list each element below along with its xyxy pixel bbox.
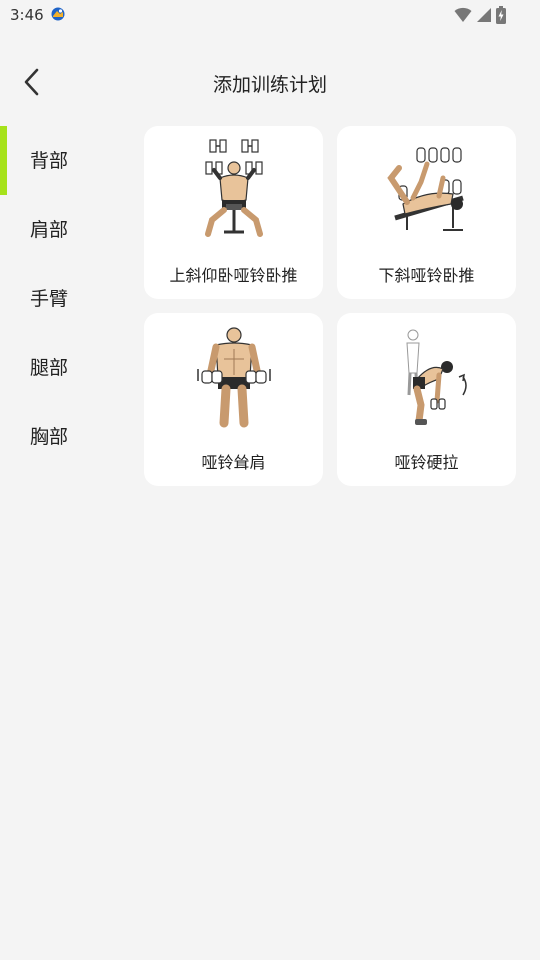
header: 添加训练计划	[0, 50, 540, 116]
exercise-card[interactable]: 上斜仰卧哑铃卧推	[144, 126, 323, 299]
sidebar-item-label: 背部	[30, 150, 69, 172]
exercise-card[interactable]: 下斜哑铃卧推	[337, 126, 516, 299]
status-icons	[454, 6, 506, 24]
selected-indicator	[0, 126, 7, 195]
app-notification-icon	[51, 7, 65, 21]
sidebar-item-label: 腿部	[30, 357, 69, 379]
status-time: 3:46	[10, 6, 44, 24]
sidebar-item-label: 胸部	[30, 426, 69, 448]
exercise-card-label: 上斜仰卧哑铃卧推	[169, 266, 298, 285]
sidebar: 背部 肩部 手臂 腿部 胸部	[0, 126, 128, 471]
sidebar-item-leg[interactable]: 腿部	[0, 333, 128, 402]
dumbbell-shrug-illustration	[197, 327, 271, 428]
signal-icon	[477, 8, 491, 22]
wifi-icon	[454, 7, 472, 22]
status-bar: 3:46	[0, 0, 540, 32]
page-title: 添加训练计划	[212, 74, 327, 96]
exercise-card-label: 下斜哑铃卧推	[378, 266, 475, 285]
exercise-card-label: 哑铃硬拉	[394, 453, 459, 472]
battery-charging-icon	[496, 6, 506, 24]
sidebar-item-back[interactable]: 背部	[0, 126, 128, 195]
sidebar-item-chest[interactable]: 胸部	[0, 402, 128, 471]
incline-dumbbell-press-illustration	[205, 139, 263, 237]
sidebar-item-label: 手臂	[30, 288, 69, 310]
decline-dumbbell-press-illustration	[387, 147, 464, 231]
sidebar-item-shoulder[interactable]: 肩部	[0, 195, 128, 264]
sidebar-item-label: 肩部	[30, 219, 69, 241]
exercise-card[interactable]: 哑铃耸肩	[144, 313, 323, 486]
exercise-card-label: 哑铃耸肩	[201, 453, 266, 472]
exercise-card[interactable]: 哑铃硬拉	[337, 313, 516, 486]
screen: 3:46 添加训练计划 背部 肩部 手臂 腿部 胸部 上斜仰卧哑铃卧推 下斜哑铃…	[0, 0, 540, 960]
sidebar-item-arm[interactable]: 手臂	[0, 264, 128, 333]
dumbbell-deadlift-illustration	[406, 329, 467, 425]
